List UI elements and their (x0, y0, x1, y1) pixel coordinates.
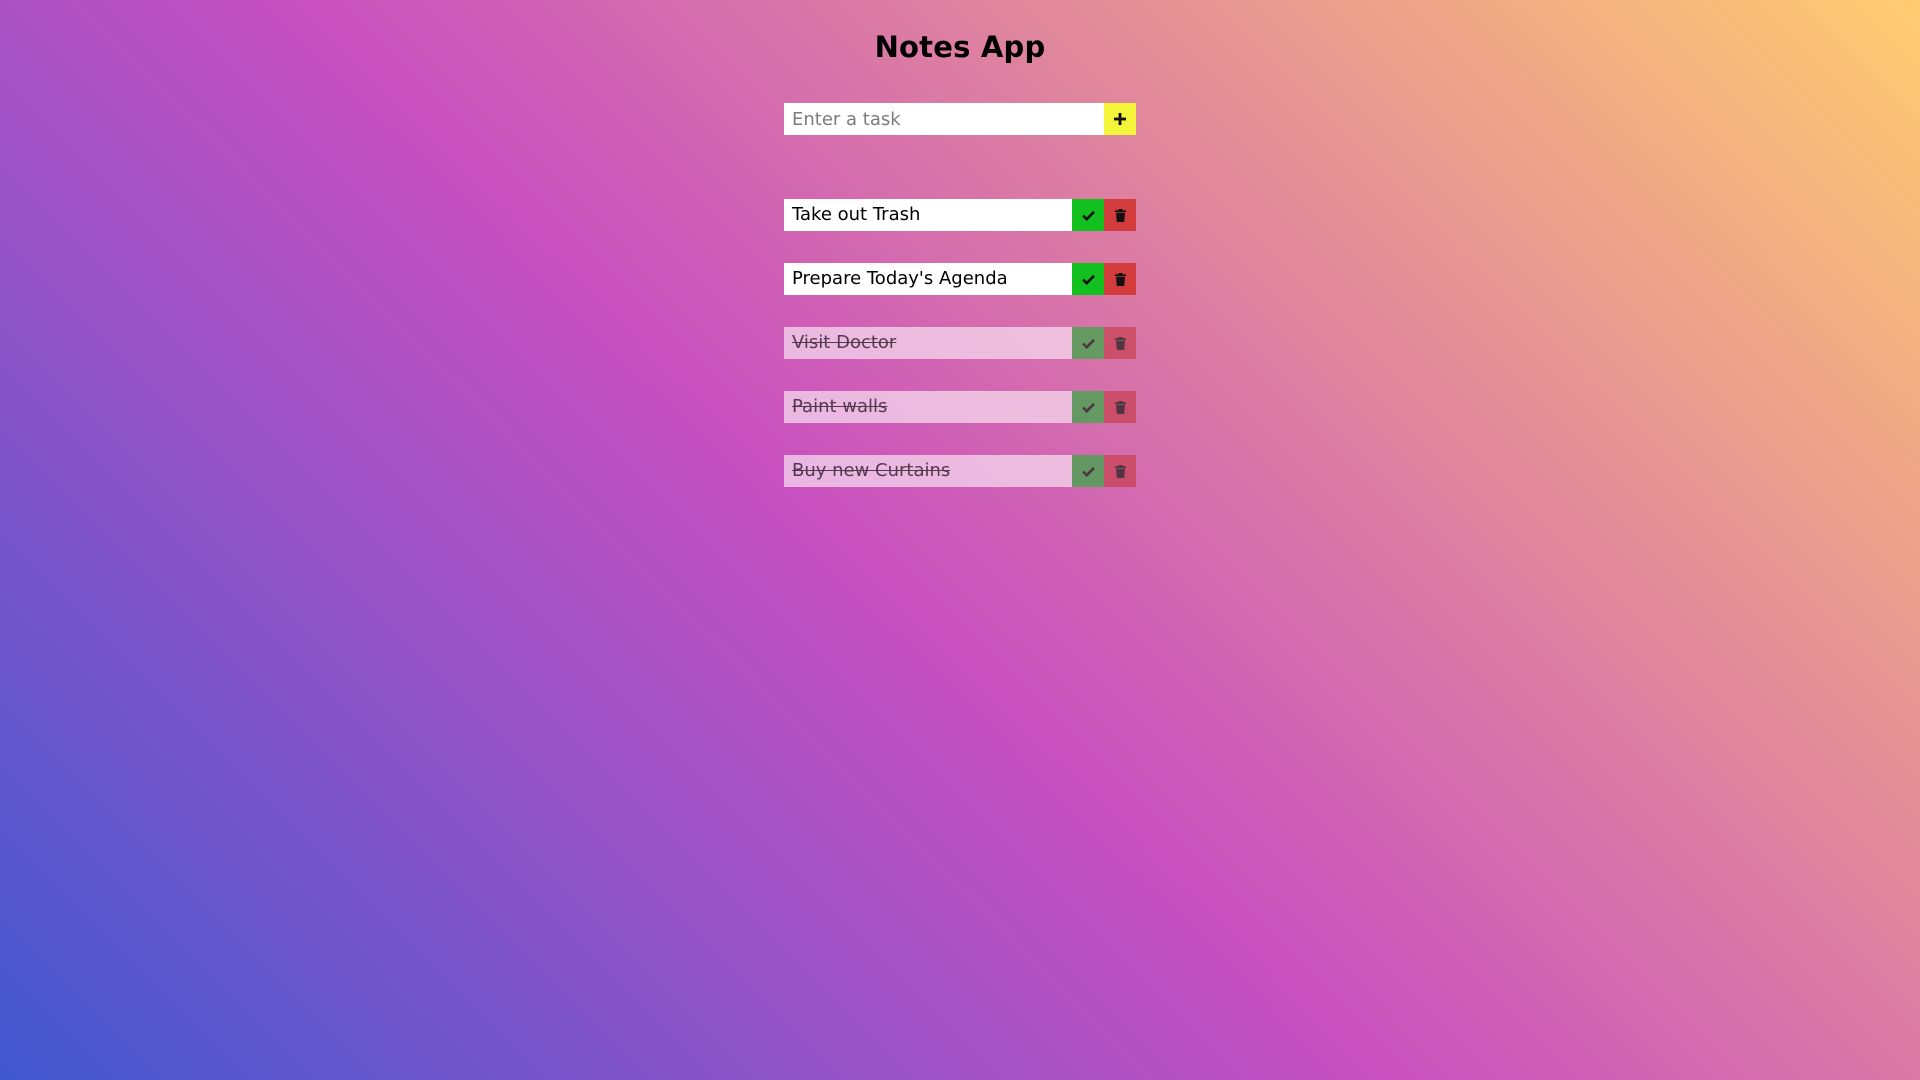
complete-button[interactable] (1072, 327, 1104, 359)
complete-button[interactable] (1072, 263, 1104, 295)
trash-icon (1114, 272, 1126, 286)
delete-button[interactable] (1104, 455, 1136, 487)
task-label: Prepare Today's Agenda (784, 263, 1072, 295)
trash-icon (1114, 464, 1126, 478)
task-item-completed: Visit Doctor (784, 327, 1136, 359)
task-list: Take out Trash Prepare Today's Agenda Vi… (784, 199, 1136, 519)
delete-button[interactable] (1104, 263, 1136, 295)
delete-button[interactable] (1104, 327, 1136, 359)
complete-button[interactable] (1072, 391, 1104, 423)
check-icon (1081, 402, 1095, 413)
task-label: Paint walls (784, 391, 1072, 423)
page-title: Notes App (874, 30, 1046, 64)
trash-icon (1114, 400, 1126, 414)
task-label: Take out Trash (784, 199, 1072, 231)
add-task-form (784, 103, 1136, 135)
task-item-completed: Paint walls (784, 391, 1136, 423)
task-item: Prepare Today's Agenda (784, 263, 1136, 295)
delete-button[interactable] (1104, 199, 1136, 231)
check-icon (1081, 338, 1095, 349)
task-label: Buy new Curtains (784, 455, 1072, 487)
task-item: Take out Trash (784, 199, 1136, 231)
delete-button[interactable] (1104, 391, 1136, 423)
plus-icon (1113, 112, 1127, 126)
task-input[interactable] (784, 103, 1104, 135)
check-icon (1081, 274, 1095, 285)
task-label: Visit Doctor (784, 327, 1072, 359)
trash-icon (1114, 208, 1126, 222)
task-item-completed: Buy new Curtains (784, 455, 1136, 487)
add-task-button[interactable] (1104, 103, 1136, 135)
complete-button[interactable] (1072, 455, 1104, 487)
check-icon (1081, 466, 1095, 477)
check-icon (1081, 210, 1095, 221)
complete-button[interactable] (1072, 199, 1104, 231)
trash-icon (1114, 336, 1126, 350)
